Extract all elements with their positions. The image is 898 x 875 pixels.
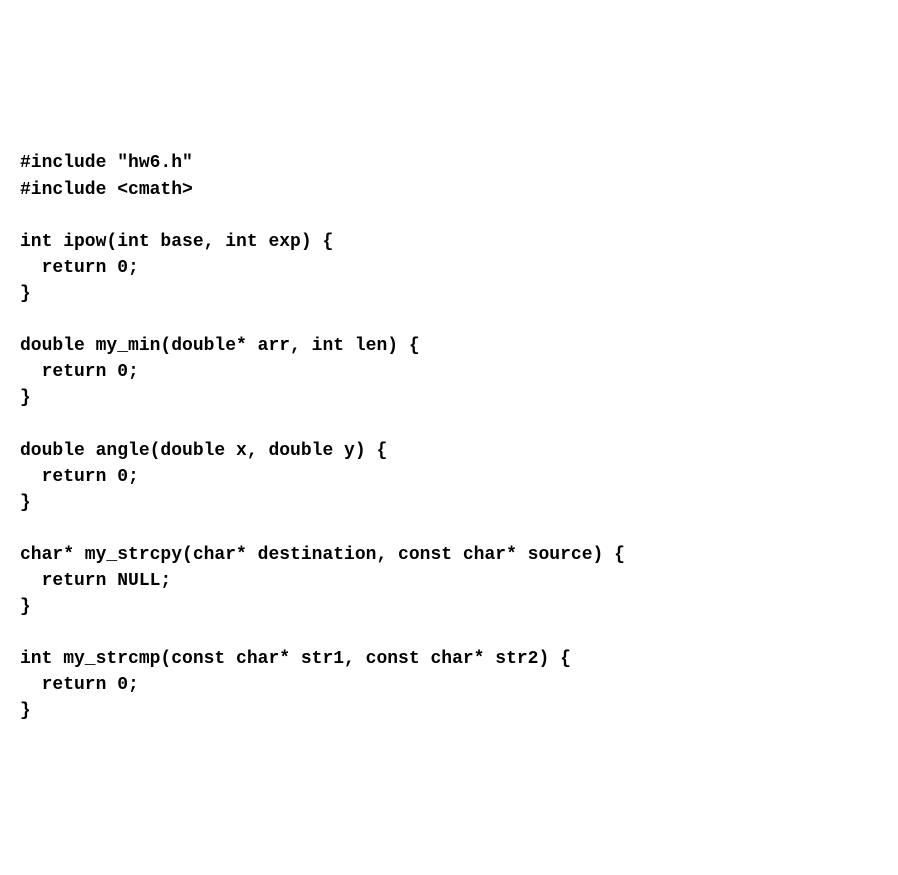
code-line: int ipow(int base, int exp) { [20,232,333,252]
code-line: char* my_strcpy(char* destination, const… [20,545,625,565]
code-line: } [20,597,31,617]
code-line: return 0; [20,675,139,695]
code-line: } [20,493,31,513]
code-line: return 0; [20,362,139,382]
code-line: } [20,701,31,721]
code-line: double angle(double x, double y) { [20,441,387,461]
code-line: } [20,388,31,408]
code-listing: #include "hw6.h" #include <cmath> int ip… [20,124,878,724]
code-line: int my_strcmp(const char* str1, const ch… [20,649,571,669]
code-line: return 0; [20,467,139,487]
code-line: #include <cmath> [20,180,193,200]
code-line: } [20,284,31,304]
code-line: #include "hw6.h" [20,153,193,173]
code-line: double my_min(double* arr, int len) { [20,336,420,356]
code-line: return 0; [20,258,139,278]
code-line: return NULL; [20,571,171,591]
